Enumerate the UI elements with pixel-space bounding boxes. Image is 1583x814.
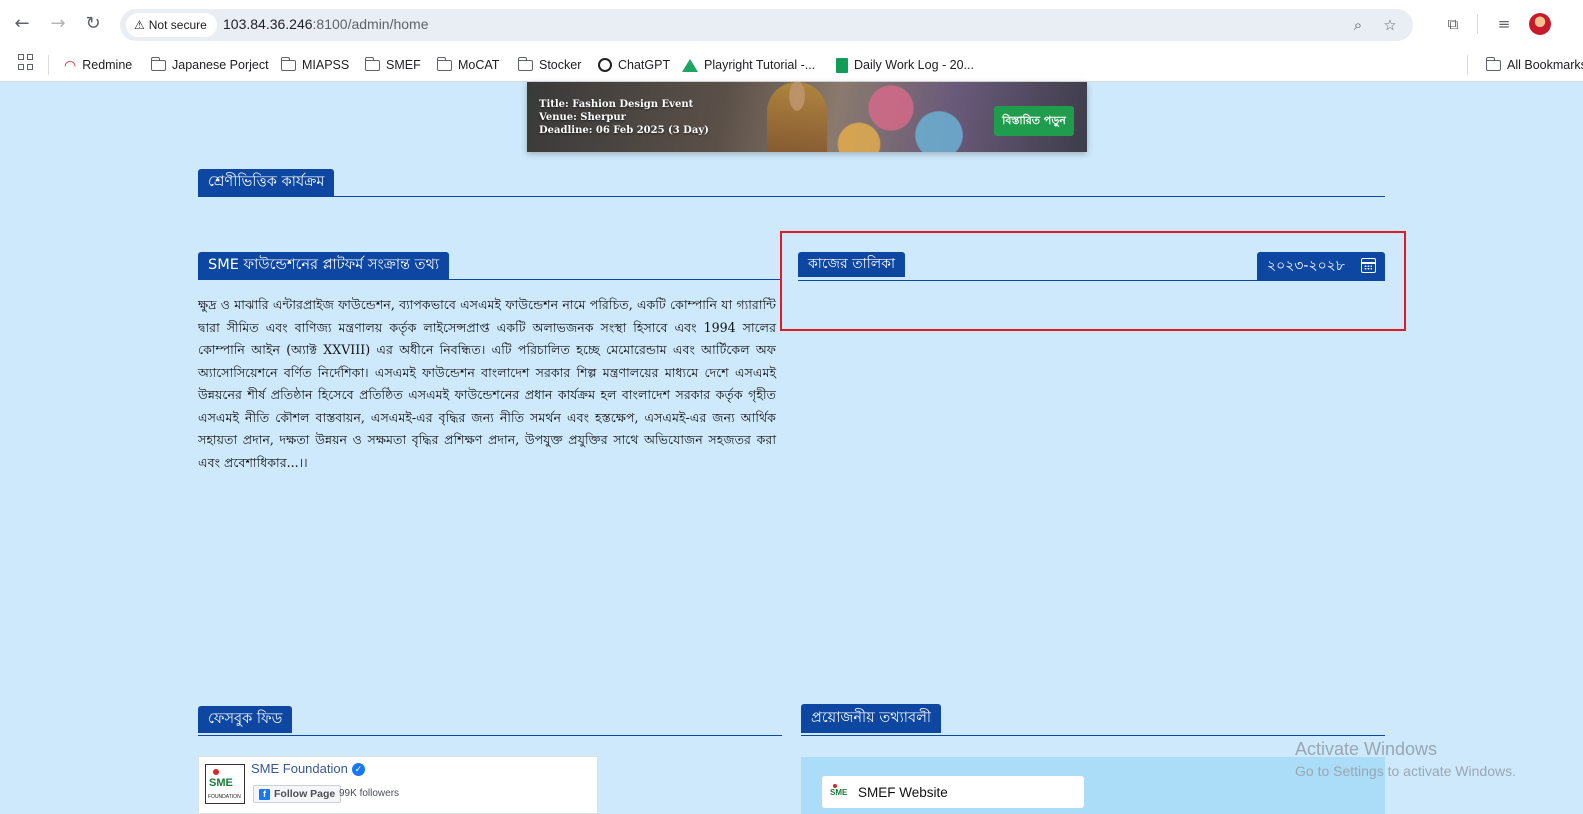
- bookmark-label: MoCAT: [458, 58, 500, 72]
- facebook-divider: [198, 735, 782, 736]
- event-venue: Venue: Sherpur: [539, 112, 626, 123]
- event-title: Title: Fashion Design Event: [539, 99, 694, 110]
- site-info-chip[interactable]: ⚠ Not secure: [126, 13, 217, 37]
- smef-website-label: SMEF Website: [858, 784, 948, 800]
- necessary-info-divider: [801, 735, 1385, 736]
- media-controls-icon[interactable]: ≡: [1492, 12, 1516, 36]
- follow-page-button[interactable]: f Follow Page: [253, 785, 342, 803]
- apps-grid-icon[interactable]: [18, 54, 34, 70]
- back-arrow-icon[interactable]: ←: [10, 12, 34, 36]
- extensions-icon[interactable]: ⧉: [1441, 12, 1465, 36]
- google-drive-icon: [682, 58, 698, 72]
- bookmark-star-icon[interactable]: ☆: [1378, 13, 1402, 37]
- bookmark-label: All Bookmarks: [1507, 58, 1583, 72]
- logo-dot: [213, 769, 219, 775]
- facebook-icon: f: [259, 788, 270, 800]
- url-host: 103.84.36.246: [223, 16, 313, 32]
- redmine-icon: ◠: [64, 56, 77, 73]
- bookmark-label: Japanese Porject: [172, 58, 269, 72]
- bookmark-label: Playright Tutorial -...: [704, 58, 816, 72]
- browser-toolbar: ← → ↻ ⚠ Not secure 103.84.36.246:8100/ad…: [0, 0, 1583, 48]
- bookmark-label: SMEF: [386, 58, 421, 72]
- smef-website-link[interactable]: SME SMEF Website: [822, 776, 1084, 808]
- verified-badge-icon: ✓: [351, 763, 365, 777]
- security-label: Not secure: [148, 18, 207, 32]
- platform-divider: [198, 279, 782, 280]
- bookmark-daily-work-log[interactable]: Daily Work Log - 20...: [836, 54, 974, 76]
- toolbar-divider: [1477, 14, 1478, 34]
- all-bookmarks[interactable]: All Bookmarks: [1485, 54, 1583, 76]
- folder-icon: [517, 56, 533, 71]
- smef-logo-icon: SME: [830, 784, 850, 800]
- bookmark-smef[interactable]: SMEF: [364, 54, 421, 76]
- folder-icon: [280, 56, 296, 71]
- facebook-page-name[interactable]: SME Foundation ✓: [251, 761, 365, 777]
- chatgpt-icon: [598, 58, 612, 72]
- bookmarks-divider: [48, 55, 49, 75]
- bookmarks-divider: [1467, 55, 1468, 75]
- warning-icon: ⚠: [134, 18, 145, 32]
- festival-decoration: [827, 82, 987, 152]
- platform-description: ক্ষুদ্র ও মাঝারি এন্টারপ্রাইজ ফাউন্ডেশন,…: [198, 297, 776, 470]
- highlight-annotation: [780, 231, 1406, 331]
- folder-icon: [364, 56, 380, 71]
- platform-section-tab: SME ফাউন্ডেশনের প্লাটফর্ম সংক্রান্ত তথ্য: [198, 252, 450, 279]
- category-section-tab: শ্রেণীভিত্তিক কার্যক্রম: [198, 169, 335, 196]
- bookmark-label: Redmine: [82, 58, 133, 72]
- bookmark-label: Daily Work Log - 20...: [854, 58, 974, 72]
- event-details-button[interactable]: বিস্তারিত পড়ুন: [994, 106, 1074, 136]
- bookmark-mocat[interactable]: MoCAT: [436, 54, 500, 76]
- follow-label: Follow Page: [274, 788, 336, 800]
- mini-logo-text: SME: [830, 788, 848, 797]
- folder-icon: [1485, 56, 1501, 71]
- bookmark-label: ChatGPT: [618, 58, 671, 72]
- activate-windows-subtitle: Go to Settings to activate Windows.: [1295, 763, 1516, 779]
- url-text[interactable]: 103.84.36.246:8100/admin/home: [223, 16, 429, 32]
- folder-icon: [150, 56, 166, 71]
- address-bar[interactable]: ⚠ Not secure 103.84.36.246:8100/admin/ho…: [120, 9, 1413, 41]
- bookmark-playright-tutorial[interactable]: Playright Tutorial -...: [682, 54, 815, 76]
- profile-avatar[interactable]: [1529, 13, 1551, 35]
- logo-subtext: FOUNDATION: [208, 794, 241, 800]
- bookmark-redmine[interactable]: ◠ Redmine: [64, 54, 132, 76]
- bookmark-japanese-porject[interactable]: Japanese Porject: [150, 54, 269, 76]
- activate-windows-title: Activate Windows: [1295, 739, 1438, 759]
- necessary-info-section-tab: প্রয়োজনীয় তথ্যাবলী: [801, 704, 942, 733]
- bookmark-stocker[interactable]: Stocker: [517, 54, 582, 76]
- category-divider: [198, 196, 1385, 197]
- url-path: :8100/admin/home: [312, 16, 429, 32]
- folder-icon: [436, 56, 452, 71]
- sme-foundation-logo[interactable]: SME FOUNDATION: [205, 764, 245, 804]
- facebook-page-card: SME FOUNDATION SME Foundation ✓ f Follow …: [198, 756, 598, 814]
- page-name-text: SME Foundation: [251, 761, 348, 776]
- event-banner: Title: Fashion Design Event Venue: Sherp…: [527, 82, 1087, 152]
- speaker-figure: [767, 82, 827, 152]
- bookmark-miapss[interactable]: MIAPSS: [280, 54, 350, 76]
- follower-count: 99K followers: [339, 788, 400, 799]
- logo-text: SME: [209, 777, 233, 789]
- bookmark-label: MIAPSS: [302, 58, 350, 72]
- forward-arrow-icon[interactable]: →: [46, 12, 70, 36]
- zoom-icon[interactable]: ⌕: [1346, 13, 1370, 37]
- bookmarks-bar: ◠ Redmine Japanese Porject MIAPSS SMEF M…: [0, 48, 1583, 82]
- google-sheets-icon: [836, 57, 848, 73]
- facebook-section-tab: ফেসবুক ফিড: [198, 706, 293, 733]
- bookmark-chatgpt[interactable]: ChatGPT: [598, 54, 670, 76]
- reload-icon[interactable]: ↻: [81, 12, 105, 36]
- event-deadline: Deadline: 06 Feb 2025 (3 Day): [539, 125, 709, 136]
- bookmark-label: Stocker: [539, 58, 582, 72]
